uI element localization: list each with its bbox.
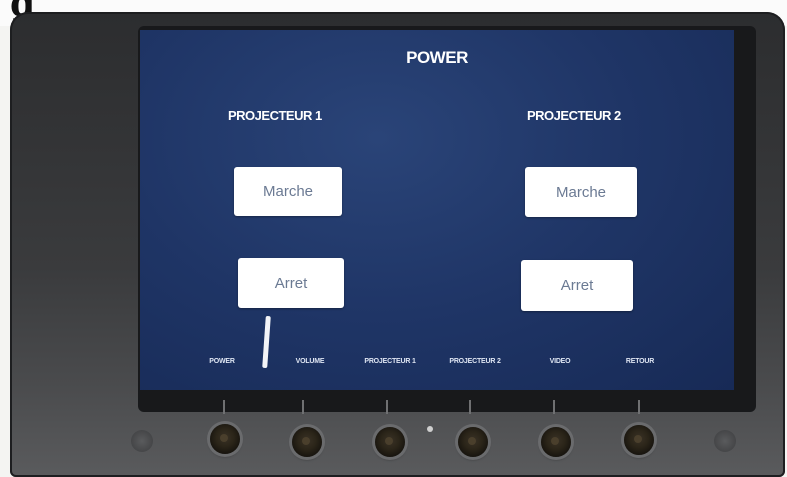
- knob-1-marker: [223, 400, 225, 414]
- hardware-button-1[interactable]: [210, 424, 240, 454]
- knob-6-marker: [638, 400, 640, 414]
- projector-1-off-button[interactable]: Arret: [238, 258, 344, 308]
- projector-1-on-button[interactable]: Marche: [234, 167, 342, 216]
- projector-2-heading: PROJECTEUR 2: [527, 108, 621, 123]
- status-led: [427, 426, 433, 432]
- bottom-navigation: POWER VOLUME PROJECTEUR 1 PROJECTEUR 2 V…: [140, 358, 734, 378]
- touch-screen: POWER PROJECTEUR 1 PROJECTEUR 2 Marche M…: [140, 30, 734, 390]
- nav-item-retour[interactable]: RETOUR: [626, 358, 654, 365]
- projector-1-heading: PROJECTEUR 1: [228, 108, 322, 123]
- hardware-button-4[interactable]: [458, 427, 488, 457]
- projector-2-on-button[interactable]: Marche: [525, 167, 637, 217]
- page-title: POWER: [406, 48, 468, 67]
- right-indicator-dot: [714, 430, 736, 452]
- knob-4-marker: [469, 400, 471, 414]
- left-indicator-dot: [131, 430, 153, 452]
- knob-3-marker: [386, 400, 388, 414]
- projector-2-off-button[interactable]: Arret: [521, 260, 633, 311]
- hardware-button-6[interactable]: [624, 425, 654, 455]
- nav-item-projecteur-1[interactable]: PROJECTEUR 1: [364, 358, 415, 365]
- hardware-button-3[interactable]: [375, 427, 405, 457]
- nav-item-video[interactable]: VIDEO: [550, 358, 571, 365]
- nav-item-projecteur-2[interactable]: PROJECTEUR 2: [449, 358, 500, 365]
- nav-item-power[interactable]: POWER: [209, 358, 235, 365]
- nav-item-volume[interactable]: VOLUME: [296, 358, 325, 365]
- knob-5-marker: [553, 400, 555, 414]
- hardware-button-2[interactable]: [292, 427, 322, 457]
- hardware-button-5[interactable]: [541, 427, 571, 457]
- knob-2-marker: [302, 400, 304, 414]
